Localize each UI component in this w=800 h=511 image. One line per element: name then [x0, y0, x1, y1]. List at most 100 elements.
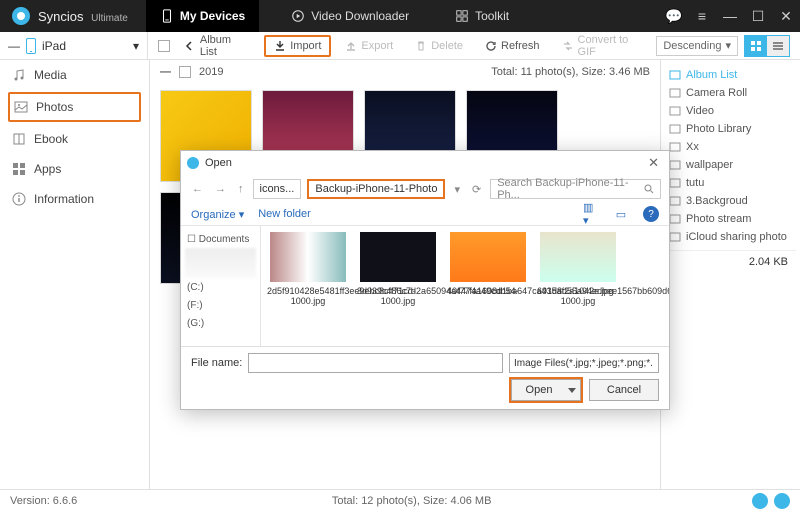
collapse-icon[interactable]: — — [160, 66, 171, 78]
new-folder-button[interactable]: New folder — [258, 208, 311, 220]
view-grid-button[interactable] — [745, 36, 767, 56]
album-item[interactable]: Camera Roll — [665, 84, 796, 102]
album-label: iCloud sharing photo — [686, 231, 787, 243]
list-view-icon — [772, 40, 784, 52]
album-size: 2.04 KB — [665, 250, 796, 272]
sidebar-drive-c[interactable]: (C:) — [185, 278, 256, 296]
nav-up-button[interactable]: ↑ — [235, 183, 247, 195]
tab-label: Video Downloader — [311, 9, 409, 23]
albumlist-label: Album List — [686, 69, 737, 81]
sidebar-item-information[interactable]: Information — [0, 184, 149, 214]
file-thumbnail — [270, 232, 346, 282]
folder-icon — [669, 141, 681, 153]
sidebar-item-ebook[interactable]: Ebook — [0, 124, 149, 154]
view-list-button[interactable] — [767, 36, 789, 56]
year-checkbox[interactable] — [179, 66, 191, 78]
select-all-checkbox[interactable] — [158, 40, 170, 52]
help-button[interactable]: ? — [643, 206, 659, 222]
sidebar-item-media[interactable]: Media — [0, 60, 149, 90]
album-item[interactable]: Photo stream — [665, 210, 796, 228]
filename-input[interactable] — [248, 353, 503, 373]
view-mode-button[interactable]: ▥ ▾ — [583, 206, 599, 222]
device-selector[interactable]: — iPad ▾ — [0, 32, 148, 60]
import-button[interactable]: Import — [264, 35, 331, 57]
dialog-search-input[interactable]: Search Backup-iPhone-11-Ph... — [490, 179, 661, 199]
folder-icon — [669, 213, 681, 225]
crumb-label: icons... — [260, 183, 295, 195]
album-list-button[interactable]: Album List — [176, 35, 258, 57]
export-button[interactable]: Export — [337, 35, 401, 57]
gif-label: Convert to GIF — [578, 34, 649, 58]
refresh-icon — [485, 40, 497, 52]
dialog-title: Open — [205, 157, 232, 169]
album-item[interactable]: wallpaper — [665, 156, 796, 174]
file-thumbnail — [540, 232, 616, 282]
folder-icon — [669, 177, 681, 189]
preview-pane-button[interactable]: ▭ — [613, 206, 629, 222]
tab-toolkit[interactable]: Toolkit — [441, 0, 523, 32]
album-icon — [669, 69, 681, 81]
sort-dropdown[interactable]: Descending ▾ — [656, 36, 738, 56]
album-item[interactable]: tutu — [665, 174, 796, 192]
file-item[interactable]: 691d8d55a94edbee1567bb609d6d6601-1000.jp… — [537, 232, 619, 306]
play-circle-icon — [291, 9, 305, 23]
delete-label: Delete — [431, 40, 463, 52]
refresh-icon[interactable]: ⟳ — [469, 183, 484, 196]
file-name: 691d8d55a94edbee1567bb609d6d6601-1000.jp… — [537, 286, 619, 306]
cancel-button[interactable]: Cancel — [589, 379, 659, 401]
nav-back-button[interactable]: ← — [189, 183, 206, 195]
search-icon — [644, 184, 654, 194]
export-icon — [345, 40, 357, 52]
close-button[interactable]: ✕ — [772, 0, 800, 32]
maximize-button[interactable]: ☐ — [744, 0, 772, 32]
sidebar-label: Media — [34, 68, 67, 82]
tab-my-devices[interactable]: My Devices — [146, 0, 259, 32]
album-item[interactable]: Photo Library — [665, 120, 796, 138]
convert-gif-button[interactable]: Convert to GIF — [554, 35, 657, 57]
folder-icon — [669, 123, 681, 135]
delete-button[interactable]: Delete — [407, 35, 471, 57]
dialog-close-button[interactable]: ✕ — [644, 155, 663, 171]
organize-button[interactable]: Organize ▾ — [191, 208, 244, 221]
sidebar-item-photos[interactable]: Photos — [8, 92, 141, 122]
organize-label: Organize — [191, 209, 236, 221]
breadcrumb-current[interactable]: Backup-iPhone-11-Photo — [307, 179, 445, 199]
twitter-icon[interactable] — [774, 493, 790, 509]
file-name: 3d939c486c7d2a65094a4474a49cdb54-1000.jp… — [357, 286, 439, 306]
version-label: Version: 6.6.6 — [10, 495, 77, 507]
sidebar-documents[interactable]: ☐ Documents — [185, 230, 256, 248]
open-file-dialog: Open ✕ ← → ↑ icons... Backup-iPhone-11-P… — [180, 150, 670, 410]
back-arrow-icon — [184, 40, 196, 52]
refresh-button[interactable]: Refresh — [477, 35, 548, 57]
status-total: Total: 12 photo(s), Size: 4.06 MB — [332, 495, 492, 507]
album-item[interactable]: Video — [665, 102, 796, 120]
crumb-dropdown-icon[interactable]: ▾ — [451, 183, 463, 196]
album-item[interactable]: 3.Backgroud — [665, 192, 796, 210]
filetype-dropdown[interactable]: Image Files(*.jpg;*.jpeg;*.png;*. — [509, 353, 659, 373]
minimize-button[interactable]: — — [716, 0, 744, 32]
file-item[interactable]: 2d5f910428e5481ff3ee9ebc8cff71cd-1000.jp… — [267, 232, 349, 306]
year-summary: Total: 11 photo(s), Size: 3.46 MB — [491, 66, 650, 78]
album-item[interactable]: Xx — [665, 138, 796, 156]
app-title: Syncios Ultimate — [38, 9, 128, 24]
menu-icon[interactable]: ≡ — [688, 0, 716, 32]
sidebar-label: Ebook — [34, 132, 68, 146]
facebook-icon[interactable] — [752, 493, 768, 509]
open-button[interactable]: Open — [511, 379, 581, 401]
nav-forward-button[interactable]: → — [212, 183, 229, 195]
file-item[interactable]: 3d939c486c7d2a65094a4474a49cdb54-1000.jp… — [357, 232, 439, 306]
sidebar-drive-g[interactable]: (G:) — [185, 314, 256, 332]
album-item[interactable]: iCloud sharing photo — [665, 228, 796, 246]
album-label: Xx — [686, 141, 699, 153]
folder-icon — [669, 195, 681, 207]
file-item[interactable]: 40f77fa1608d1ba647ca435af2a1042e.jpg — [447, 232, 529, 296]
sidebar-item-apps[interactable]: Apps — [0, 154, 149, 184]
chat-icon[interactable]: 💬 — [660, 0, 688, 32]
folder-icon — [669, 105, 681, 117]
breadcrumb-segment[interactable]: icons... — [253, 179, 302, 199]
device-icon — [26, 38, 36, 54]
album-list-header[interactable]: Album List — [665, 66, 796, 84]
sidebar-drive-f[interactable]: (F:) — [185, 296, 256, 314]
tab-video-downloader[interactable]: Video Downloader — [277, 0, 423, 32]
collapse-icon: — — [8, 39, 20, 53]
